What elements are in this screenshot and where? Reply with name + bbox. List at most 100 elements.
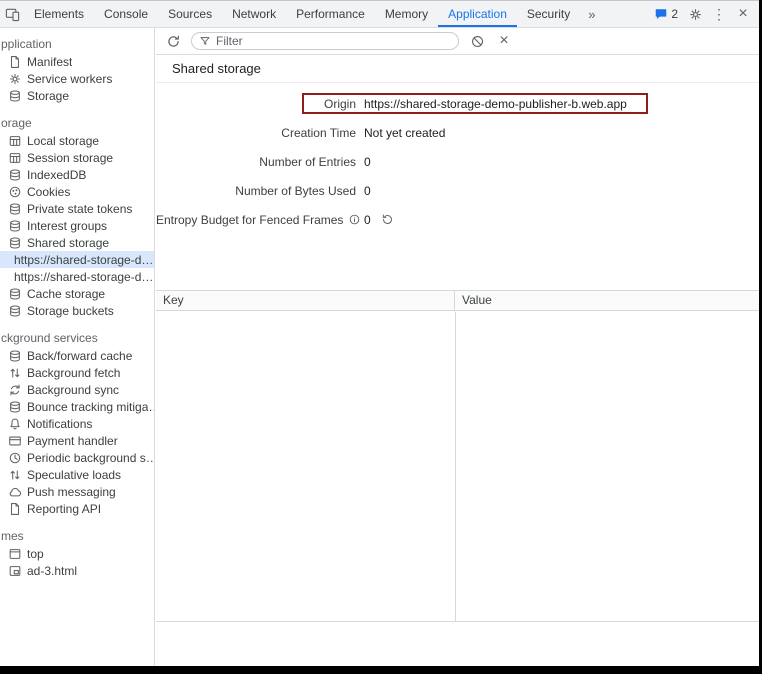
sidebar-item-bounce-tracking-mitiga[interactable]: Bounce tracking mitiga…	[0, 398, 154, 415]
sidebar-item-cache-storage[interactable]: Cache storage	[0, 285, 154, 302]
field-value: https://shared-storage-demo-publisher-b.…	[364, 97, 627, 111]
column-divider	[455, 312, 456, 621]
shared-storage-view: Shared storage Originhttps://shared-stor…	[156, 55, 759, 666]
sidebar-item-periodic-background-s[interactable]: Periodic background s…	[0, 449, 154, 466]
more-options-button[interactable]: ⋮	[707, 1, 731, 27]
sidebar-section-title: pplication	[0, 36, 154, 53]
database-icon	[7, 218, 22, 233]
field-value-cell: 0	[364, 184, 759, 198]
delete-all-button[interactable]	[468, 32, 486, 50]
tab-security[interactable]: Security	[517, 1, 580, 27]
refresh-button[interactable]	[164, 32, 182, 50]
sidebar-item-storage-buckets[interactable]: Storage buckets	[0, 302, 154, 319]
document-icon	[7, 54, 22, 69]
sidebar-item-label: Periodic background s…	[27, 451, 154, 465]
sidebar-item-ad-3-html[interactable]: ad-3.html	[0, 562, 154, 579]
panel-tabs: ElementsConsoleSourcesNetworkPerformance…	[24, 1, 580, 27]
field-value: 0	[364, 213, 371, 227]
sidebar-item-label: Notifications	[27, 417, 92, 431]
sidebar-item-cookies[interactable]: Cookies	[0, 183, 154, 200]
sidebar-item-background-sync[interactable]: Background sync	[0, 381, 154, 398]
sidebar-item-background-fetch[interactable]: Background fetch	[0, 364, 154, 381]
database-icon	[7, 88, 22, 103]
tab-elements[interactable]: Elements	[24, 1, 94, 27]
sidebar-section: mestopad-3.html	[0, 528, 154, 579]
filter-input[interactable]	[216, 34, 451, 48]
message-bubble-icon	[654, 7, 668, 21]
document-icon	[7, 501, 22, 516]
page-title: Shared storage	[156, 55, 759, 83]
sidebar-item-session-storage[interactable]: Session storage	[0, 149, 154, 166]
bell-icon	[7, 416, 22, 431]
application-sidebar: pplicationManifestService workersStorage…	[0, 28, 155, 666]
frame-icon	[7, 546, 22, 561]
field-label: Entropy Budget for Fenced Frames	[156, 213, 364, 227]
sidebar-item-https-shared-storage-d[interactable]: https://shared-storage-d…	[0, 268, 154, 285]
reset-budget-button[interactable]	[381, 213, 394, 226]
toggle-device-toolbar-button[interactable]	[0, 1, 24, 27]
sidebar-item-storage[interactable]: Storage	[0, 87, 154, 104]
info-icon[interactable]	[348, 213, 361, 226]
database-icon	[7, 286, 22, 301]
entries-table: Key Value	[156, 290, 759, 622]
tab-performance[interactable]: Performance	[286, 1, 375, 27]
table-header: Key Value	[156, 291, 759, 311]
tab-console[interactable]: Console	[94, 1, 158, 27]
sidebar-item-service-workers[interactable]: Service workers	[0, 70, 154, 87]
refresh-icon	[166, 34, 181, 49]
sidebar-item-interest-groups[interactable]: Interest groups	[0, 217, 154, 234]
sidebar-item-top[interactable]: top	[0, 545, 154, 562]
tab-memory[interactable]: Memory	[375, 1, 438, 27]
console-messages-button[interactable]: 2	[649, 1, 683, 27]
sidebar-item-label: Storage buckets	[27, 304, 114, 318]
sidebar-section-title: orage	[0, 115, 154, 132]
database-icon	[7, 235, 22, 250]
sidebar-item-speculative-loads[interactable]: Speculative loads	[0, 466, 154, 483]
field-label: Number of Bytes Used	[156, 184, 364, 198]
sidebar-item-label: Private state tokens	[27, 202, 132, 216]
field-value-cell: 0	[364, 155, 759, 169]
tab-network[interactable]: Network	[222, 1, 286, 27]
sidebar-item-label: Manifest	[27, 55, 72, 69]
field-row-origin: Originhttps://shared-storage-demo-publis…	[156, 89, 759, 118]
sidebar-item-shared-storage[interactable]: Shared storage	[0, 234, 154, 251]
block-icon	[470, 34, 485, 49]
sidebar-item-label: Push messaging	[27, 485, 116, 499]
tab-sources[interactable]: Sources	[158, 1, 222, 27]
table-icon	[7, 133, 22, 148]
sidebar-item-back-forward-cache[interactable]: Back/forward cache	[0, 347, 154, 364]
card-icon	[7, 433, 22, 448]
toolbar-close-button[interactable]: ×	[495, 32, 513, 50]
sidebar-item-indexeddb[interactable]: IndexedDB	[0, 166, 154, 183]
metadata-fields: Originhttps://shared-storage-demo-publis…	[156, 89, 759, 234]
arrows-icon	[7, 365, 22, 380]
sidebar-item-local-storage[interactable]: Local storage	[0, 132, 154, 149]
sidebar-item-label: Cache storage	[27, 287, 105, 301]
sidebar-item-label: https://shared-storage-d…	[14, 253, 153, 267]
sidebar-item-manifest[interactable]: Manifest	[0, 53, 154, 70]
field-value-cell: 0	[364, 213, 759, 227]
sidebar-item-private-state-tokens[interactable]: Private state tokens	[0, 200, 154, 217]
sidebar-item-label: Background sync	[27, 383, 119, 397]
cookie-icon	[7, 184, 22, 199]
field-row-number-of-bytes-used: Number of Bytes Used0	[156, 176, 759, 205]
field-label: Origin	[156, 97, 364, 111]
devtools-window: ElementsConsoleSourcesNetworkPerformance…	[0, 0, 759, 666]
settings-button[interactable]	[683, 1, 707, 27]
sidebar-item-reporting-api[interactable]: Reporting API	[0, 500, 154, 517]
tab-application[interactable]: Application	[438, 1, 517, 27]
sidebar-item-label: Payment handler	[27, 434, 118, 448]
field-label: Number of Entries	[156, 155, 364, 169]
column-header-key[interactable]: Key	[156, 291, 455, 310]
sidebar-item-payment-handler[interactable]: Payment handler	[0, 432, 154, 449]
column-header-value[interactable]: Value	[455, 291, 759, 310]
sidebar-item-push-messaging[interactable]: Push messaging	[0, 483, 154, 500]
clock-icon	[7, 450, 22, 465]
more-tabs-button[interactable]: »	[580, 1, 603, 27]
close-devtools-button[interactable]: ×	[731, 1, 755, 27]
field-row-entropy-budget-for-fenced-frames: Entropy Budget for Fenced Frames0	[156, 205, 759, 234]
sidebar-item-label: Background fetch	[27, 366, 120, 380]
sidebar-item-notifications[interactable]: Notifications	[0, 415, 154, 432]
field-value: 0	[364, 155, 371, 169]
sidebar-item-https-shared-storage-d[interactable]: https://shared-storage-d…	[0, 251, 154, 268]
